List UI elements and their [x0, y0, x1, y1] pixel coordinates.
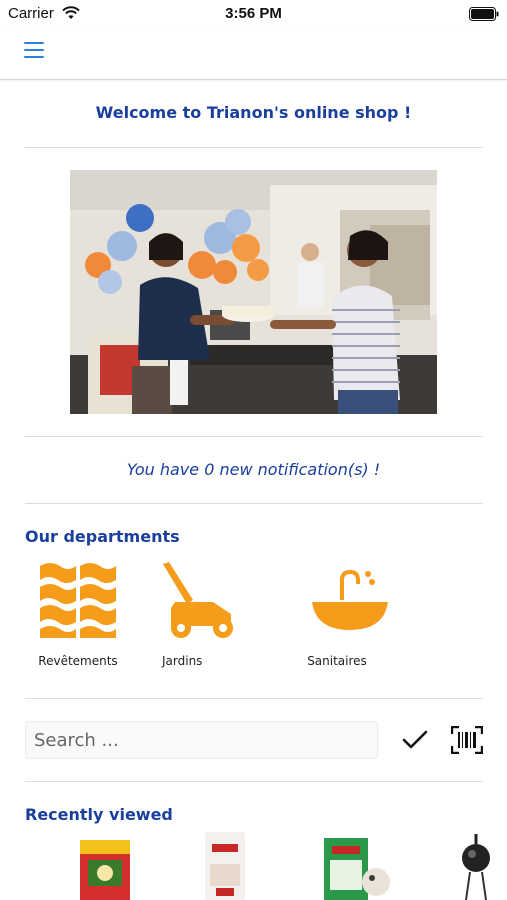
sink-icon: [312, 570, 388, 630]
lawnmower-icon: [163, 562, 233, 638]
recent-product-2[interactable]: [202, 830, 248, 900]
recent-product-4[interactable]: [462, 830, 507, 900]
barcode-scan-icon[interactable]: [451, 726, 483, 754]
department-label: Revêtements: [38, 654, 118, 668]
search-input[interactable]: [26, 722, 377, 758]
divider: [25, 781, 483, 782]
battery-icon: [469, 7, 499, 21]
hamburger-menu-icon[interactable]: [24, 42, 44, 60]
welcome-heading: Welcome to Trianon's online shop !: [95, 103, 412, 122]
department-label: Sanitaires: [307, 654, 367, 668]
divider: [25, 698, 483, 699]
clock: 3:56 PM: [225, 5, 282, 22]
department-jardins[interactable]: Jardins: [132, 560, 242, 668]
department-sanitaires[interactable]: Sanitaires: [282, 560, 392, 668]
navigation-bar: [0, 28, 507, 80]
recent-product-1[interactable]: [76, 830, 134, 900]
status-bar: Carrier 3:56 PM: [0, 0, 507, 28]
recently-viewed-title: Recently viewed: [25, 805, 173, 824]
divider: [25, 503, 483, 504]
check-icon[interactable]: [402, 729, 428, 751]
search-field[interactable]: [25, 721, 378, 759]
divider: [25, 436, 483, 437]
department-label: Jardins: [162, 654, 203, 668]
divider: [25, 147, 483, 148]
departments-title: Our departments: [25, 527, 180, 546]
department-revetements[interactable]: Revêtements: [23, 560, 133, 668]
recent-product-3[interactable]: [322, 830, 392, 900]
notifications-message[interactable]: You have 0 new notification(s) !: [0, 460, 507, 479]
tiles-icon: [40, 563, 116, 638]
hero-image: [70, 170, 437, 414]
